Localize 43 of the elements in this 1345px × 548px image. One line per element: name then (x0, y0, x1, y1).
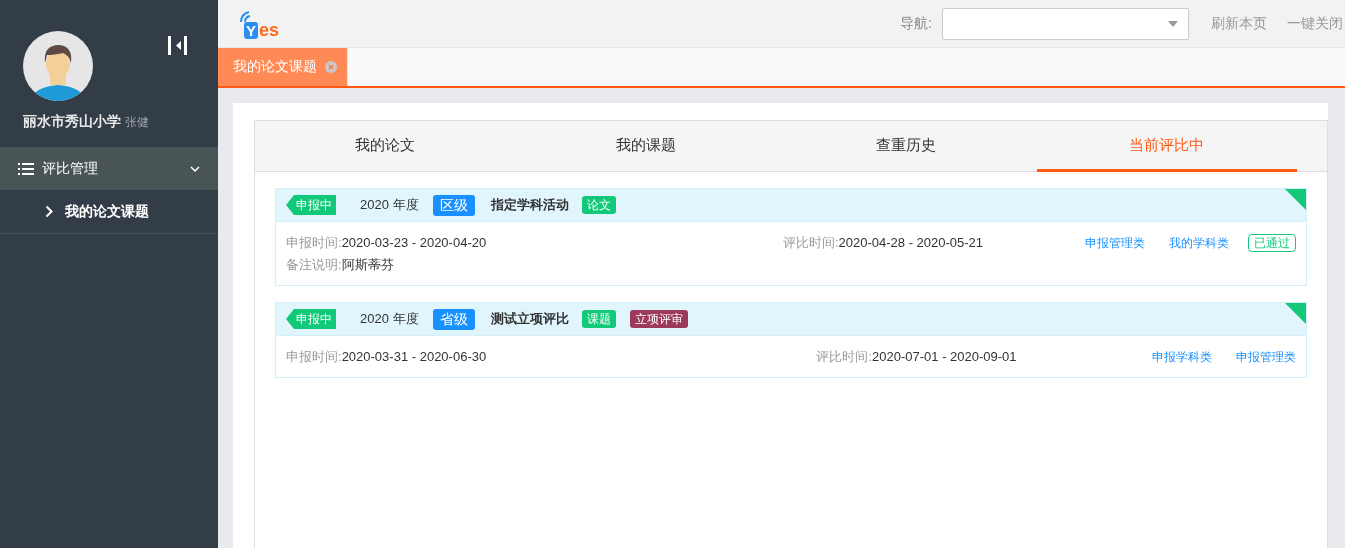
header-link[interactable]: 刷新本页 (1211, 14, 1267, 33)
field-label: 评比时间: (816, 349, 873, 364)
tab[interactable]: 查重历史 (776, 121, 1037, 172)
card-title: 指定学科活动 (490, 196, 569, 214)
field-value: 2020-07-01 - 2020-09-01 (872, 349, 1017, 364)
menu-group[interactable]: 评比管理 (0, 147, 218, 190)
year-text: 2020 年度 (360, 196, 419, 214)
school-name: 丽水市秀山小学 (23, 113, 121, 131)
field-label: 申报时间: (286, 235, 342, 250)
card-title: 测试立项评比 (490, 310, 569, 328)
tag: 立项评审 (629, 310, 688, 328)
card-link[interactable]: 我的学科类 (1169, 233, 1229, 253)
header-link[interactable]: 一键关闭 (1287, 14, 1343, 33)
tab[interactable]: 我的课题 (515, 121, 776, 172)
status-badge: 申报中 (286, 309, 336, 329)
nav-label: 导航: (900, 14, 932, 33)
logo: Y es (238, 8, 280, 39)
list-icon (18, 161, 34, 176)
collapse-icon[interactable] (167, 35, 188, 56)
field-label: 评比时间: (782, 235, 839, 250)
tag: 论文 (581, 196, 616, 214)
field-label: 备注说明: (286, 257, 342, 272)
corner-mark-icon (1285, 303, 1306, 324)
card-link[interactable]: 申报管理类 (1085, 233, 1145, 253)
chevron-icon (190, 163, 200, 174)
chevron-icon (45, 205, 53, 218)
user-name: 张健 (125, 114, 149, 131)
corner-mark-icon (1285, 189, 1306, 210)
status-badge: 申报中 (286, 195, 336, 215)
result-badge: 已通过 (1248, 234, 1296, 252)
level-badge: 省级 (432, 308, 475, 330)
field-label: 申报时间: (286, 349, 342, 364)
tab[interactable]: 当前评比中 (1036, 121, 1297, 172)
card-link[interactable]: 申报管理类 (1236, 347, 1296, 367)
tag: 课题 (581, 310, 616, 328)
close-icon[interactable] (325, 61, 337, 73)
level-badge: 区级 (432, 194, 475, 216)
card-link[interactable]: 申报学科类 (1152, 347, 1212, 367)
page-tab[interactable]: 我的论文课题 (218, 48, 348, 86)
nav-select[interactable] (942, 7, 1189, 40)
caret-icon (1168, 20, 1178, 27)
year-text: 2020 年度 (360, 310, 419, 328)
tab[interactable]: 我的论文 (255, 121, 516, 172)
